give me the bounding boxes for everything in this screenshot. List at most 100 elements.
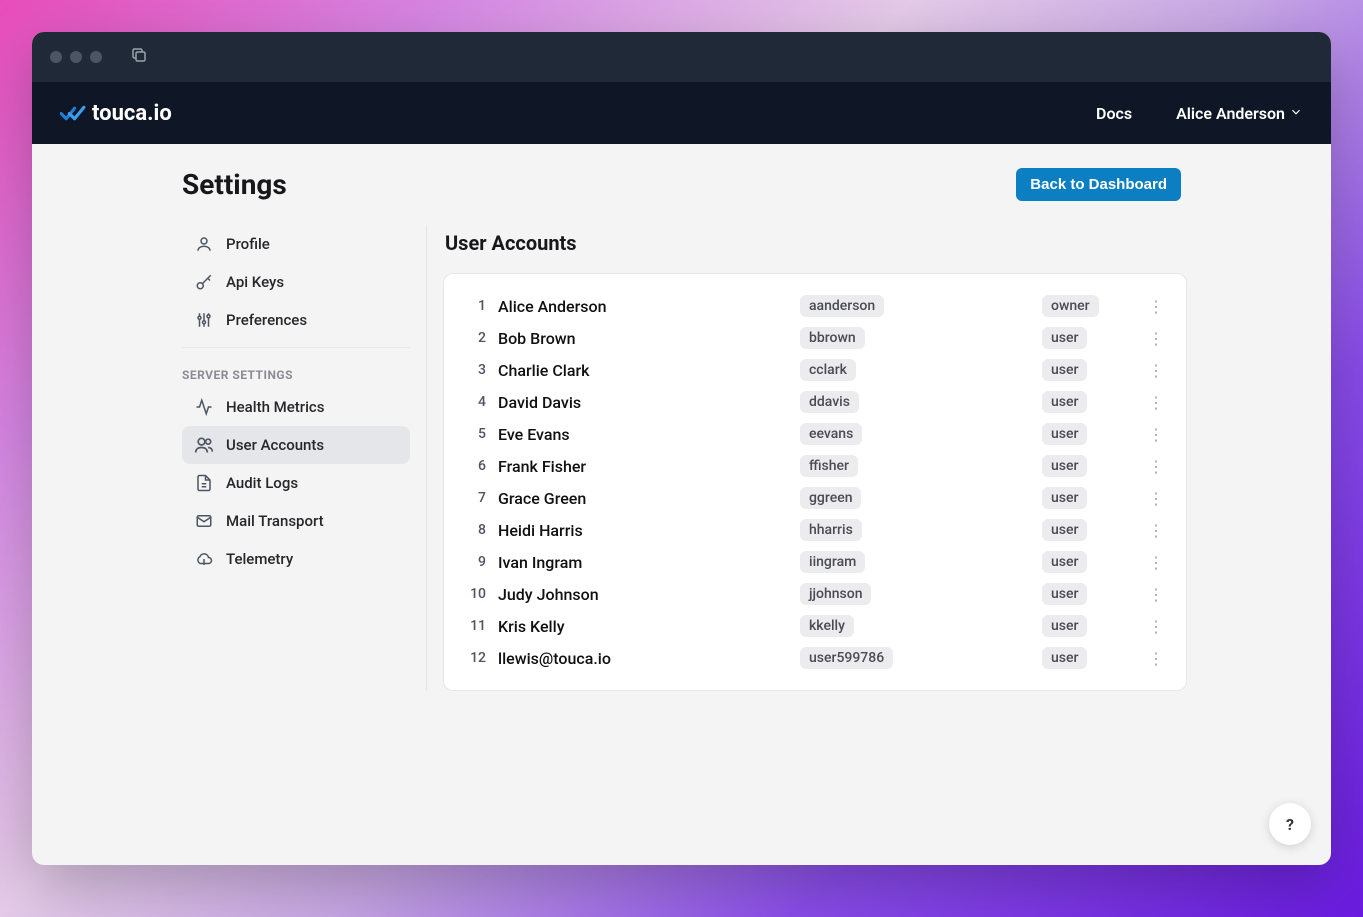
row-index: 5 xyxy=(464,426,486,442)
row-fullname: Frank Fisher xyxy=(498,457,788,476)
row-more-button[interactable]: ⋮ xyxy=(1146,361,1166,380)
row-more-button[interactable]: ⋮ xyxy=(1146,521,1166,540)
row-more-button[interactable]: ⋮ xyxy=(1146,649,1166,668)
sidebar-item-api-keys[interactable]: Api Keys xyxy=(182,263,410,301)
table-row: 5Eve Evanseevansuser⋮ xyxy=(464,418,1166,450)
brand-name: touca.io xyxy=(92,101,172,126)
section-title: User Accounts xyxy=(445,231,1187,255)
sidebar-item-label: Health Metrics xyxy=(226,398,324,416)
window-titlebar xyxy=(32,32,1331,82)
table-row: 9Ivan Ingramiingramuser⋮ xyxy=(464,546,1166,578)
users-icon xyxy=(194,435,214,455)
row-username-badge: kkelly xyxy=(800,615,854,637)
sidebar-divider xyxy=(182,347,410,348)
row-role-badge: user xyxy=(1042,487,1087,509)
row-more-button[interactable]: ⋮ xyxy=(1146,425,1166,444)
row-role-badge: user xyxy=(1042,647,1087,669)
window-close-button[interactable] xyxy=(50,51,62,63)
row-more-button[interactable]: ⋮ xyxy=(1146,617,1166,636)
table-row: 11Kris Kellykkellyuser⋮ xyxy=(464,610,1166,642)
sidebar-item-user-accounts[interactable]: User Accounts xyxy=(182,426,410,464)
row-fullname: llewis@touca.io xyxy=(498,649,788,668)
table-row: 2Bob Brownbbrownuser⋮ xyxy=(464,322,1166,354)
table-row: 4David Davisddavisuser⋮ xyxy=(464,386,1166,418)
row-more-button[interactable]: ⋮ xyxy=(1146,585,1166,604)
row-role-badge: user xyxy=(1042,583,1087,605)
row-more-button[interactable]: ⋮ xyxy=(1146,329,1166,348)
row-more-button[interactable]: ⋮ xyxy=(1146,457,1166,476)
row-fullname: Heidi Harris xyxy=(498,521,788,540)
sidebar-item-label: Audit Logs xyxy=(226,474,298,492)
row-index: 2 xyxy=(464,330,486,346)
row-index: 8 xyxy=(464,522,486,538)
sidebar-item-health-metrics[interactable]: Health Metrics xyxy=(182,388,410,426)
table-row: 10Judy Johnsonjjohnsonuser⋮ xyxy=(464,578,1166,610)
sidebar-section-label: SERVER SETTINGS xyxy=(182,358,410,388)
row-index: 10 xyxy=(464,586,486,602)
row-username-badge: user599786 xyxy=(800,647,893,669)
row-role-badge: user xyxy=(1042,391,1087,413)
row-role-badge: user xyxy=(1042,327,1087,349)
help-button[interactable]: ? xyxy=(1269,803,1311,845)
window-copy-icon[interactable] xyxy=(130,46,148,68)
table-row: 1Alice Andersonaandersonowner⋮ xyxy=(464,290,1166,322)
user-icon xyxy=(194,234,214,254)
row-role-badge: user xyxy=(1042,423,1087,445)
docs-link[interactable]: Docs xyxy=(1096,104,1132,123)
row-fullname: Alice Anderson xyxy=(498,297,788,316)
file-icon xyxy=(194,473,214,493)
brand-logo-icon xyxy=(60,104,86,122)
row-more-button[interactable]: ⋮ xyxy=(1146,297,1166,316)
row-role-badge: user xyxy=(1042,359,1087,381)
row-index: 6 xyxy=(464,458,486,474)
sidebar-item-label: User Accounts xyxy=(226,436,324,454)
row-fullname: Grace Green xyxy=(498,489,788,508)
row-role-badge: owner xyxy=(1042,295,1099,317)
sidebar-item-audit-logs[interactable]: Audit Logs xyxy=(182,464,410,502)
app-window: touca.io Docs Alice Anderson Settings Ba… xyxy=(32,32,1331,865)
table-row: 7Grace Greenggreenuser⋮ xyxy=(464,482,1166,514)
help-icon: ? xyxy=(1286,815,1294,834)
app-header: touca.io Docs Alice Anderson xyxy=(32,82,1331,144)
user-menu[interactable]: Alice Anderson xyxy=(1176,104,1303,123)
sidebar-item-label: Preferences xyxy=(226,311,307,329)
row-fullname: Charlie Clark xyxy=(498,361,788,380)
content-area: Settings Back to Dashboard Profile Api K… xyxy=(32,144,1331,865)
sidebar-item-mail-transport[interactable]: Mail Transport xyxy=(182,502,410,540)
table-row: 8Heidi Harrishharrisuser⋮ xyxy=(464,514,1166,546)
row-username-badge: cclark xyxy=(800,359,856,381)
row-username-badge: bbrown xyxy=(800,327,865,349)
accounts-card: 1Alice Andersonaandersonowner⋮2Bob Brown… xyxy=(443,273,1187,691)
back-to-dashboard-button[interactable]: Back to Dashboard xyxy=(1016,168,1181,201)
row-username-badge: aanderson xyxy=(800,295,884,317)
row-more-button[interactable]: ⋮ xyxy=(1146,393,1166,412)
sidebar-item-preferences[interactable]: Preferences xyxy=(182,301,410,339)
window-minimize-button[interactable] xyxy=(70,51,82,63)
row-index: 7 xyxy=(464,490,486,506)
row-fullname: Kris Kelly xyxy=(498,617,788,636)
mail-icon xyxy=(194,511,214,531)
row-more-button[interactable]: ⋮ xyxy=(1146,553,1166,572)
row-index: 11 xyxy=(464,618,486,634)
sidebar-item-profile[interactable]: Profile xyxy=(182,225,410,263)
row-fullname: Ivan Ingram xyxy=(498,553,788,572)
sidebar-item-telemetry[interactable]: Telemetry xyxy=(182,540,410,578)
table-row: 12 llewis@touca.io user599786 user ⋮ xyxy=(464,642,1166,674)
row-index: 9 xyxy=(464,554,486,570)
sidebar: Profile Api Keys Preferences SERVER SETT… xyxy=(182,225,410,691)
sidebar-item-label: Mail Transport xyxy=(226,512,324,530)
row-username-badge: iingram xyxy=(800,551,865,573)
sidebar-item-label: Api Keys xyxy=(226,273,284,291)
row-username-badge: ddavis xyxy=(800,391,859,413)
row-more-button[interactable]: ⋮ xyxy=(1146,489,1166,508)
cloud-icon xyxy=(194,549,214,569)
window-maximize-button[interactable] xyxy=(90,51,102,63)
row-fullname: David Davis xyxy=(498,393,788,412)
sidebar-item-label: Telemetry xyxy=(226,550,293,568)
row-role-badge: user xyxy=(1042,455,1087,477)
key-icon xyxy=(194,272,214,292)
row-username-badge: ffisher xyxy=(800,455,858,477)
row-index: 12 xyxy=(464,650,486,666)
sliders-icon xyxy=(194,310,214,330)
brand-logo[interactable]: touca.io xyxy=(60,101,172,126)
